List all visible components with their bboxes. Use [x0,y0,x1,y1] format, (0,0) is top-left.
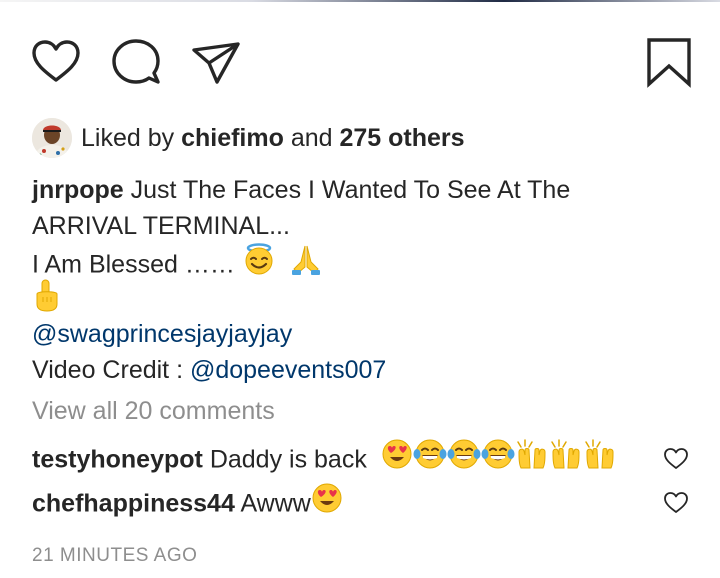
liked-by-connector: and [290,123,333,152]
tears-of-joy-emoji [447,438,481,480]
view-all-comments-link[interactable]: View all 20 comments [32,397,275,426]
heart-outline-icon [32,40,80,82]
comment-text: Daddy is back [209,445,367,474]
comment-like-button[interactable] [663,490,689,516]
video-credit-mention-link[interactable]: @dopeevents007 [190,356,386,384]
save-button[interactable] [643,36,695,88]
tears-of-joy-emoji [413,438,447,480]
raising-hands-emoji [515,438,549,480]
caption-text-line-2: ARRIVAL TERMINAL... [32,212,290,240]
liked-by-label: Liked by [81,123,175,152]
comment-bubble-icon [112,39,160,84]
liked-by-others-link[interactable]: 275 others [340,124,465,153]
comment-user-link[interactable]: chefhappiness44 [32,490,235,518]
tears-of-joy-emoji [481,438,515,480]
post-caption: jnrpope Just The Faces I Wanted To See A… [32,172,692,388]
top-edge-strip [0,0,720,2]
heart-eyes-emoji [381,438,413,480]
heart-outline-icon [664,492,688,513]
post-timestamp: 21 MINUTES AGO [32,545,198,566]
caption-author-link[interactable]: jnrpope [32,176,124,204]
smiling-face-with-halo-emoji [242,242,276,286]
caption-text-line-1: Just The Faces I Wanted To See At The [130,176,571,204]
comment-like-button[interactable] [663,446,689,472]
caption-line-2: ARRIVAL TERMINAL... [32,208,692,244]
video-credit-label: Video Credit : [32,356,184,384]
share-button[interactable] [190,36,242,88]
caption-line-6: Video Credit : @dopeevents007 [32,352,692,388]
backhand-index-pointing-up-emoji [32,278,62,322]
caption-text-line-3: I Am Blessed …… [32,250,235,279]
caption-line-5: @swagprincesjayjayjay [32,316,692,352]
caption-line-3: I Am Blessed …… [32,243,692,280]
comment-item: testyhoneypot Daddy is back [32,439,617,476]
post-action-bar [0,30,720,92]
liked-by-user-link[interactable]: chiefimo [181,124,284,153]
likes-summary: Liked by chiefimo and 275 others [32,116,465,160]
comment-item: chefhappiness44 Awww [32,483,343,520]
raising-hands-emoji [583,438,617,480]
comment-button[interactable] [110,36,162,88]
caption-line-1: jnrpope Just The Faces I Wanted To See A… [32,172,692,208]
comment-user-link[interactable]: testyhoneypot [32,446,203,474]
bookmark-icon [647,38,691,88]
heart-eyes-emoji [311,482,343,524]
paper-plane-icon [192,42,240,84]
caption-mention-link[interactable]: @swagprincesjayjayjay [32,320,292,348]
avatar[interactable] [32,118,72,158]
user-avatar-image [32,118,72,158]
comment-text: Awww [240,489,311,518]
raising-hands-emoji [549,438,583,480]
like-button[interactable] [30,36,82,88]
heart-outline-icon [664,448,688,469]
caption-line-4 [32,279,692,316]
folded-hands-emoji [289,242,323,286]
